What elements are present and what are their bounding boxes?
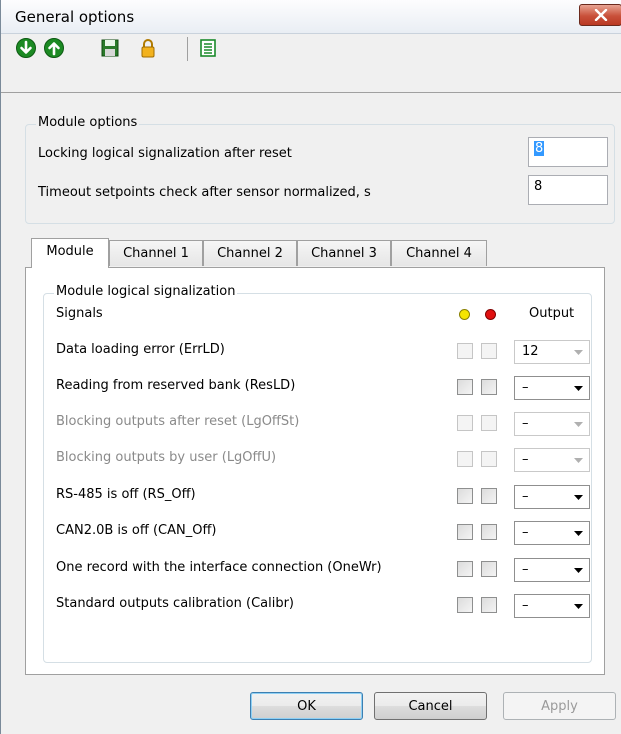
signal-yellow-checkbox-resld[interactable] (457, 379, 473, 395)
signal-yellow-checkbox-can-off[interactable] (457, 524, 473, 540)
signal-output-select-errld[interactable]: 12 (514, 340, 590, 364)
signal-red-checkbox-rs-off[interactable] (481, 488, 497, 504)
signal-output-select-resld[interactable]: – (514, 376, 590, 400)
chevron-down-icon (574, 604, 583, 609)
tab-channel-4[interactable]: Channel 4 (391, 240, 487, 266)
list-icon[interactable] (197, 37, 219, 59)
signal-label-errld: Data loading error (ErrLD) (56, 342, 225, 357)
module-signalization-legend: Module logical signalization (54, 284, 238, 299)
signal-label-calibr: Standard outputs calibration (Calibr) (56, 596, 294, 611)
lock-icon[interactable] (137, 37, 159, 59)
tab-channel-2[interactable]: Channel 2 (203, 240, 297, 266)
signal-red-checkbox-calibr[interactable] (481, 597, 497, 613)
tab-channel-3[interactable]: Channel 3 (297, 240, 391, 266)
signal-output-select-calibr[interactable]: – (514, 594, 590, 618)
chevron-down-icon (574, 422, 583, 427)
signal-yellow-checkbox-lgoffu[interactable] (457, 451, 473, 467)
locking-signalization-field[interactable]: 8 (528, 137, 608, 167)
signal-output-select-rs-off[interactable]: – (514, 485, 590, 509)
yellow-indicator-icon (459, 309, 470, 320)
close-button[interactable] (579, 4, 621, 26)
signal-output-select-can-off[interactable]: – (514, 521, 590, 545)
signal-label-lgoffu: Blocking outputs by user (LgOffU) (56, 450, 277, 465)
signal-red-checkbox-lgoffst[interactable] (481, 415, 497, 431)
signal-label-lgoffst: Blocking outputs after reset (LgOffSt) (56, 414, 300, 429)
window-title: General options (15, 8, 135, 26)
signal-label-can-off: CAN2.0B is off (CAN_Off) (56, 523, 217, 538)
tab-channel-1[interactable]: Channel 1 (109, 240, 203, 266)
close-icon (594, 9, 608, 21)
chevron-down-icon (574, 531, 583, 536)
general-options-window: General options Module options Locking l… (0, 0, 621, 734)
signal-red-checkbox-errld[interactable] (481, 343, 497, 359)
module-options-group: Module options Locking logical signaliza… (25, 115, 615, 224)
signal-label-rs-off: RS-485 is off (RS_Off) (56, 487, 196, 502)
chevron-down-icon (574, 568, 583, 573)
signal-red-checkbox-resld[interactable] (481, 379, 497, 395)
module-signalization-group: Module logical signalization Signals Out… (43, 284, 592, 663)
signal-label-resld: Reading from reserved bank (ResLD) (56, 378, 296, 393)
module-tab-panel: Module logical signalization Signals Out… (25, 267, 605, 675)
cancel-button[interactable]: Cancel (374, 692, 487, 720)
signal-yellow-checkbox-rs-off[interactable] (457, 488, 473, 504)
download-icon[interactable] (15, 37, 37, 59)
toolbar (1, 35, 621, 93)
signal-yellow-checkbox-calibr[interactable] (457, 597, 473, 613)
signals-header: Signals (56, 306, 103, 321)
chevron-down-icon (574, 495, 583, 500)
timeout-setpoints-field[interactable]: 8 (528, 175, 608, 205)
chevron-down-icon (574, 386, 583, 391)
output-header: Output (529, 306, 575, 321)
toolbar-separator (187, 37, 188, 61)
chevron-down-icon (574, 458, 583, 463)
title-bar: General options (1, 0, 621, 34)
module-options-legend: Module options (36, 115, 140, 130)
red-indicator-icon (485, 309, 496, 320)
apply-button[interactable]: Apply (503, 692, 616, 720)
signal-output-select-lgoffu[interactable]: – (514, 448, 590, 472)
signal-output-select-onewr[interactable]: – (514, 558, 590, 582)
signal-red-checkbox-lgoffu[interactable] (481, 451, 497, 467)
chevron-down-icon (574, 350, 583, 355)
timeout-setpoints-label: Timeout setpoints check after sensor nor… (38, 185, 371, 200)
signal-red-checkbox-onewr[interactable] (481, 561, 497, 577)
upload-icon[interactable] (43, 37, 65, 59)
signal-red-checkbox-can-off[interactable] (481, 524, 497, 540)
signal-yellow-checkbox-errld[interactable] (457, 343, 473, 359)
ok-button[interactable]: OK (250, 692, 363, 720)
signal-label-onewr: One record with the interface connection… (56, 560, 382, 575)
locking-signalization-label: Locking logical signalization after rese… (38, 146, 292, 161)
signal-yellow-checkbox-onewr[interactable] (457, 561, 473, 577)
save-icon[interactable] (99, 37, 121, 59)
tab-module[interactable]: Module (31, 238, 109, 268)
signal-output-select-lgoffst[interactable]: – (514, 412, 590, 436)
signal-yellow-checkbox-lgoffst[interactable] (457, 415, 473, 431)
